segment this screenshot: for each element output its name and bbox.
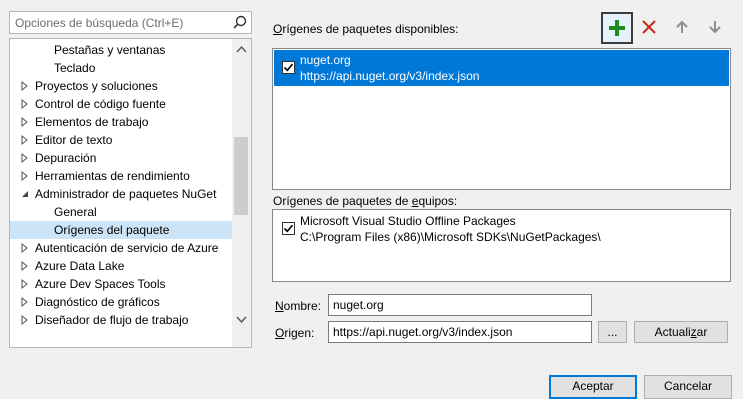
x-icon [642,20,656,34]
source-field[interactable]: https://api.nuget.org/v3/index.json [328,321,592,343]
source-checkbox[interactable] [282,61,295,74]
tree-item[interactable]: Depuración [10,149,232,167]
source-url: C:\Program Files (x86)\Microsoft SDKs\Nu… [300,230,601,244]
checkmark-icon [283,63,294,72]
tree-item[interactable]: Azure Data Lake [10,257,232,275]
tree-item-label: Administrador de paquetes NuGet [35,187,217,201]
name-label: Nombre: [275,299,322,313]
expand-arrow-icon[interactable] [20,242,30,254]
search-placeholder: Opciones de búsqueda (Ctrl+E) [15,16,184,30]
expand-arrow-icon[interactable] [20,80,30,92]
tree-item[interactable]: Orígenes del paquete [10,221,232,239]
update-button[interactable]: Actualizar [634,321,728,343]
arrow-down-icon [709,21,721,34]
tree-item-label: Orígenes del paquete [54,223,170,237]
tree-item[interactable]: Diagnóstico de gráficos [10,293,232,311]
cancel-button[interactable]: Cancelar [644,375,732,399]
browse-button[interactable]: ... [598,321,627,343]
tree-item[interactable]: Azure Dev Spaces Tools [10,275,232,293]
tree-item-label: Elementos de trabajo [35,115,149,129]
tree-item[interactable]: General [10,203,232,221]
tree-item[interactable]: Pestañas y ventanas [10,41,232,59]
tree-item-label: Azure Dev Spaces Tools [35,277,166,291]
tree-item[interactable]: Administrador de paquetes NuGet [10,185,232,203]
tree-item[interactable]: Autenticación de servicio de Azure [10,239,232,257]
source-item-offline[interactable]: Microsoft Visual Studio Offline Packages… [274,211,729,247]
tree-item[interactable]: Editor de texto [10,131,232,149]
source-name: nuget.org [300,53,351,67]
add-source-button[interactable] [601,12,633,44]
expand-arrow-icon[interactable] [20,260,30,272]
tree-vertical-scrollbar[interactable] [232,39,251,347]
plus-icon [609,20,625,36]
expand-arrow-icon[interactable] [20,170,30,182]
search-input[interactable]: Opciones de búsqueda (Ctrl+E) [9,11,252,34]
expand-arrow-icon[interactable] [20,278,30,290]
available-sources-list[interactable]: nuget.org https://api.nuget.org/v3/index… [272,48,731,190]
options-tree[interactable]: Pestañas y ventanas Teclado Proyectos y so… [9,38,252,348]
expand-arrow-icon[interactable] [20,116,30,128]
name-value: nuget.org [333,298,384,312]
source-name: Microsoft Visual Studio Offline Packages [300,214,516,228]
source-item-nuget[interactable]: nuget.org https://api.nuget.org/v3/index… [274,50,729,86]
tree-item-label: Azure Data Lake [35,259,125,273]
tree-item-label: Herramientas de rendimiento [35,169,190,183]
available-sources-label: Orígenes de paquetes disponibles: [273,22,459,36]
expand-arrow-icon[interactable] [20,134,30,146]
machine-sources-label: Orígenes de paquetes de equipos: [273,194,458,208]
tree-item-label: Editor de texto [35,133,113,147]
tree-item-label: Diagnóstico de gráficos [35,295,160,309]
source-url: https://api.nuget.org/v3/index.json [300,69,480,83]
move-down-button[interactable] [700,12,730,42]
machine-sources-list[interactable]: Microsoft Visual Studio Offline Packages… [272,209,731,282]
scroll-down-icon[interactable] [235,313,248,326]
search-icon [231,14,249,32]
tree-item-label: Diseñador de flujo de trabajo [35,313,189,327]
tree-item[interactable]: Control de código fuente [10,95,232,113]
tree-item[interactable]: Herramientas de rendimiento [10,167,232,185]
scroll-up-icon[interactable] [235,43,248,56]
remove-source-button[interactable] [634,12,664,42]
scrollbar-thumb[interactable] [234,137,248,215]
arrow-up-icon [676,20,688,33]
tree-item[interactable]: Teclado [10,59,232,77]
expand-arrow-icon[interactable] [20,98,30,110]
source-label: Origen: [275,326,315,340]
tree-item[interactable]: Diseñador de flujo de trabajo [10,311,232,329]
expand-arrow-icon[interactable] [20,296,30,308]
tree-item[interactable]: Elementos de trabajo [10,113,232,131]
ok-button[interactable]: Aceptar [549,375,637,399]
source-value: https://api.nuget.org/v3/index.json [333,325,513,339]
tree-item-label: Teclado [54,61,96,75]
checkmark-icon [283,224,294,233]
tree-item-label: Depuración [35,151,97,165]
tree-item-label: Control de código fuente [35,97,166,111]
tree-item-label: Pestañas y ventanas [54,43,166,57]
collapse-arrow-icon[interactable] [20,188,30,200]
expand-arrow-icon[interactable] [20,152,30,164]
tree-item-label: General [54,205,97,219]
expand-arrow-icon[interactable] [20,314,30,326]
tree-item-label: Proyectos y soluciones [35,79,158,93]
move-up-button[interactable] [667,12,697,42]
tree-item-label: Autenticación de servicio de Azure [35,241,219,255]
tree-item[interactable]: Proyectos y soluciones [10,77,232,95]
name-field[interactable]: nuget.org [328,294,592,316]
source-checkbox[interactable] [282,222,295,235]
